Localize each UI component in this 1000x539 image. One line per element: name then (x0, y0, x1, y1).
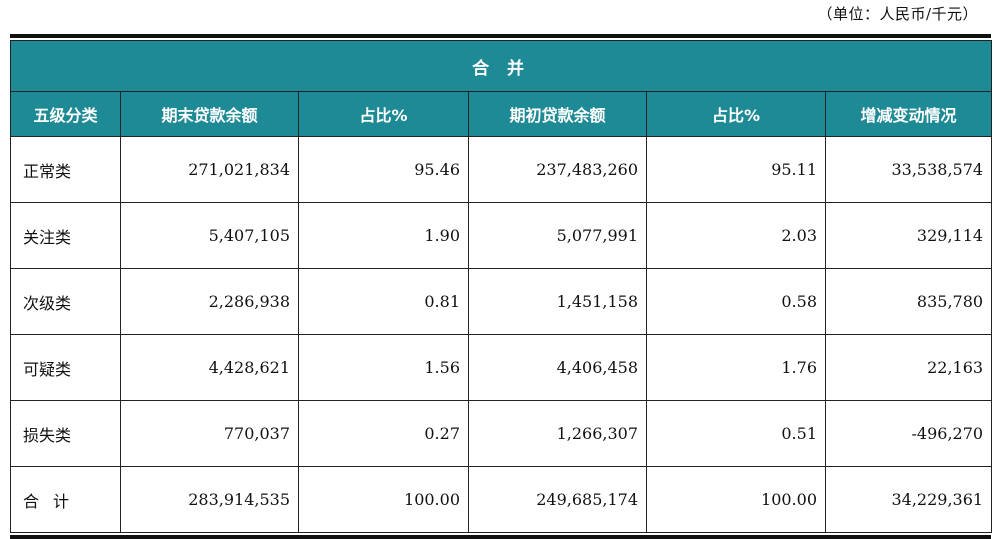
col-header-begin-balance: 期初贷款余额 (468, 91, 647, 137)
cell-end-balance: 5,407,105 (120, 202, 299, 269)
cell-begin-balance: 237,483,260 (468, 136, 647, 203)
cell-end-pct: 1.90 (298, 202, 469, 269)
col-header-change: 增减变动情况 (824, 91, 993, 137)
column-header-row: 五级分类 期末贷款余额 占比% 期初贷款余额 占比% 增减变动情况 (10, 91, 993, 137)
cell-end-pct: 0.27 (298, 400, 469, 467)
cell-begin-pct: 100.00 (646, 466, 826, 533)
col-header-end-pct: 占比% (298, 91, 469, 137)
cell-begin-balance: 4,406,458 (468, 334, 647, 401)
col-header-category: 五级分类 (10, 91, 121, 137)
cell-end-pct: 0.81 (298, 268, 469, 335)
cell-change: 835,780 (824, 268, 993, 335)
cell-end-pct: 100.00 (298, 466, 469, 533)
cell-end-balance: 2,286,938 (120, 268, 299, 335)
cell-category: 次级类 (10, 268, 121, 335)
cell-category: 关注类 (10, 202, 121, 269)
cell-end-balance: 271,021,834 (120, 136, 299, 203)
cell-begin-balance: 1,451,158 (468, 268, 647, 335)
col-header-begin-pct: 占比% (646, 91, 826, 137)
table-row: 关注类 5,407,105 1.90 5,077,991 2.03 329,11… (10, 202, 993, 269)
cell-change: -496,270 (824, 400, 993, 467)
cell-change: 33,538,574 (824, 136, 993, 203)
group-header-row: 合 并 (9, 40, 993, 92)
cell-category: 损失类 (10, 400, 121, 467)
cell-begin-balance: 5,077,991 (468, 202, 647, 269)
cell-end-pct: 95.46 (298, 136, 469, 203)
cell-change: 329,114 (824, 202, 993, 269)
cell-begin-pct: 0.58 (646, 268, 826, 335)
group-header: 合 并 (9, 40, 993, 92)
cell-begin-pct: 1.76 (646, 334, 826, 401)
loan-classification-table: 合 并 五级分类 期末贷款余额 占比% 期初贷款余额 占比% 增减变动情况 正常… (9, 40, 993, 533)
unit-label: （单位：人民币/千元） (817, 5, 978, 23)
table-row: 次级类 2,286,938 0.81 1,451,158 0.58 835,78… (10, 268, 993, 335)
cell-change: 22,163 (824, 334, 993, 401)
cell-begin-balance: 1,266,307 (468, 400, 647, 467)
table-row: 损失类 770,037 0.27 1,266,307 0.51 -496,270 (10, 400, 993, 467)
table-row: 可疑类 4,428,621 1.56 4,406,458 1.76 22,163 (10, 334, 993, 401)
cell-change: 34,229,361 (824, 466, 993, 533)
cell-category-total: 合计 (10, 466, 121, 533)
cell-end-balance: 4,428,621 (120, 334, 299, 401)
col-header-end-balance: 期末贷款余额 (120, 91, 299, 137)
total-row: 合计 283,914,535 100.00 249,685,174 100.00… (10, 466, 993, 533)
cell-end-balance: 770,037 (120, 400, 299, 467)
cell-begin-pct: 95.11 (646, 136, 826, 203)
table-row: 正常类 271,021,834 95.46 237,483,260 95.11 … (10, 136, 993, 203)
cell-begin-pct: 0.51 (646, 400, 826, 467)
cell-category: 正常类 (10, 136, 121, 203)
cell-begin-balance: 249,685,174 (468, 466, 647, 533)
cell-end-balance: 283,914,535 (120, 466, 299, 533)
loan-classification-table-wrapper: 合 并 五级分类 期末贷款余额 占比% 期初贷款余额 占比% 增减变动情况 正常… (9, 34, 993, 539)
cell-begin-pct: 2.03 (646, 202, 826, 269)
cell-end-pct: 1.56 (298, 334, 469, 401)
cell-category: 可疑类 (10, 334, 121, 401)
